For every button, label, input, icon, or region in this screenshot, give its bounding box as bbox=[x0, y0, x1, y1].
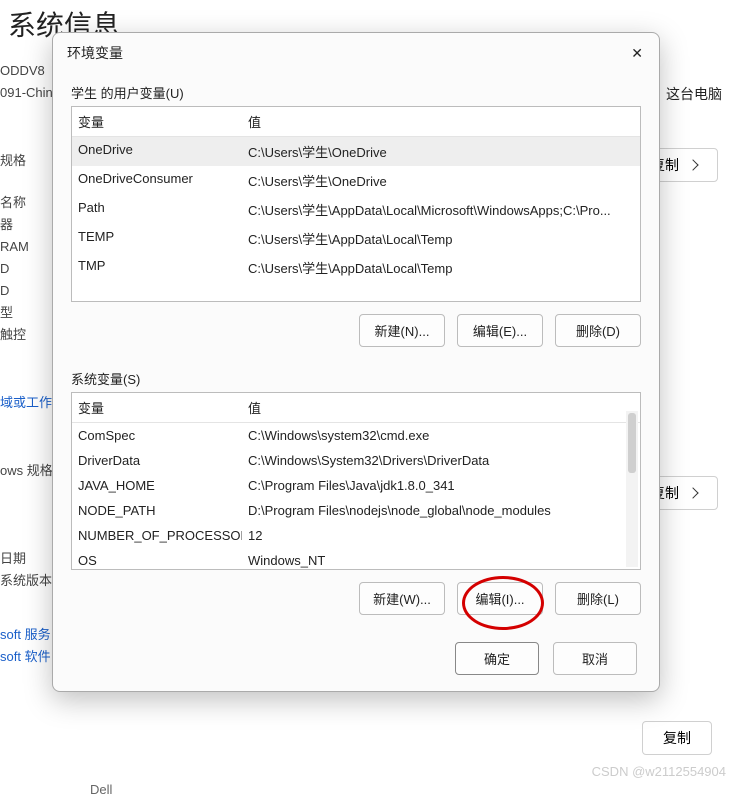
bg-right-label: 这台电脑 bbox=[666, 84, 722, 104]
bg-fragments: ODDV8 091-China 规格 名称 器 RAM D D 型 触控 域或工… bbox=[0, 60, 60, 668]
list-item[interactable]: TEMPC:\Users\学生\AppData\Local\Temp bbox=[72, 224, 640, 253]
delete-sys-var-button[interactable]: 删除(L) bbox=[555, 582, 641, 615]
user-vars-list[interactable]: 变量 值 OneDriveC:\Users\学生\OneDrive OneDri… bbox=[71, 106, 641, 302]
delete-user-var-button[interactable]: 删除(D) bbox=[555, 314, 641, 347]
scrollbar[interactable] bbox=[626, 411, 638, 567]
dialog-title: 环境变量 bbox=[67, 43, 123, 63]
scrollbar-thumb[interactable] bbox=[628, 413, 636, 473]
list-item[interactable]: NODE_PATHD:\Program Files\nodejs\node_gl… bbox=[72, 498, 640, 523]
list-item[interactable]: OneDriveConsumerC:\Users\学生\OneDrive bbox=[72, 166, 640, 195]
sys-vars-list[interactable]: 变量 值 ComSpecC:\Windows\system32\cmd.exe … bbox=[71, 392, 641, 570]
chevron-down-icon bbox=[687, 487, 698, 498]
ok-button[interactable]: 确定 bbox=[455, 642, 539, 675]
close-icon[interactable]: ✕ bbox=[625, 43, 649, 63]
list-header: 变量 值 bbox=[72, 393, 640, 423]
edit-user-var-button[interactable]: 编辑(E)... bbox=[457, 314, 543, 347]
list-item[interactable]: OneDriveC:\Users\学生\OneDrive bbox=[72, 137, 640, 166]
chevron-down-icon bbox=[687, 159, 698, 170]
env-vars-dialog: 环境变量 ✕ 学生 的用户变量(U) 变量 值 OneDriveC:\Users… bbox=[52, 32, 660, 692]
new-sys-var-button[interactable]: 新建(W)... bbox=[359, 582, 445, 615]
user-vars-label: 学生 的用户变量(U) bbox=[71, 83, 659, 102]
list-item[interactable]: PathC:\Users\学生\AppData\Local\Microsoft\… bbox=[72, 195, 640, 224]
list-item[interactable]: ComSpecC:\Windows\system32\cmd.exe bbox=[72, 423, 640, 448]
list-item[interactable]: NUMBER_OF_PROCESSORS12 bbox=[72, 523, 640, 548]
list-item[interactable]: TMPC:\Users\学生\AppData\Local\Temp bbox=[72, 253, 640, 282]
list-header: 变量 值 bbox=[72, 107, 640, 137]
watermark: CSDN @w2112554904 bbox=[592, 764, 726, 779]
new-user-var-button[interactable]: 新建(N)... bbox=[359, 314, 445, 347]
edit-sys-var-button[interactable]: 编辑(I)... bbox=[457, 582, 543, 615]
sys-vars-label: 系统变量(S) bbox=[71, 369, 659, 388]
footer-vendor: Dell bbox=[90, 782, 112, 797]
list-item[interactable]: DriverDataC:\Windows\System32\Drivers\Dr… bbox=[72, 448, 640, 473]
list-item[interactable]: OSWindows_NT bbox=[72, 548, 640, 570]
copy-button-3[interactable]: 复制 bbox=[642, 721, 712, 755]
list-item[interactable]: JAVA_HOMEC:\Program Files\Java\jdk1.8.0_… bbox=[72, 473, 640, 498]
cancel-button[interactable]: 取消 bbox=[553, 642, 637, 675]
